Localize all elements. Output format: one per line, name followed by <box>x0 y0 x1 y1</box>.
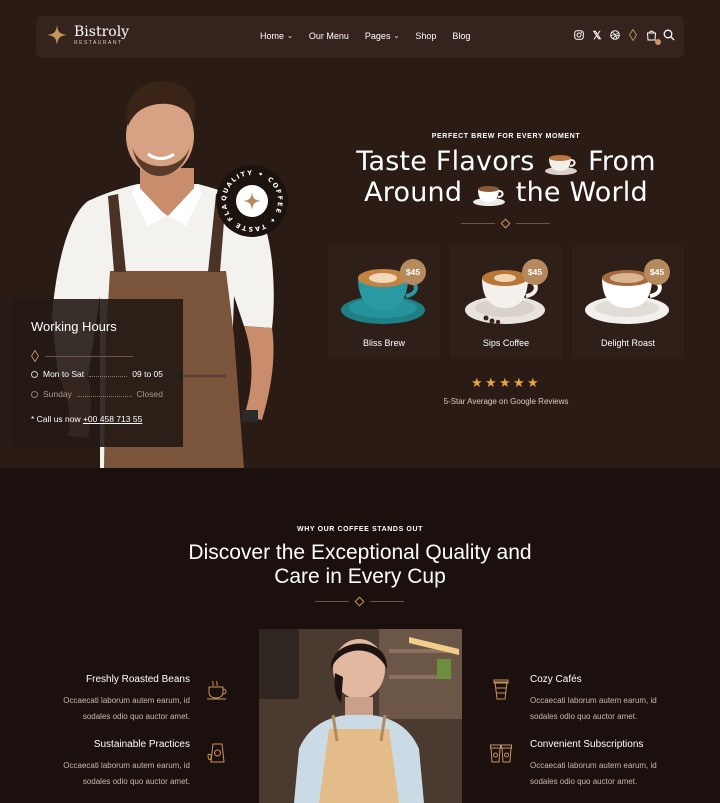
brand-logo[interactable]: Bistroly RESTAURANT <box>46 24 129 46</box>
coffee-cup-icon <box>545 154 578 175</box>
cart-count-badge <box>655 39 661 45</box>
sparkle-icon <box>46 24 68 46</box>
hero-title-part: Around <box>364 177 463 208</box>
barista-woman-photo <box>259 629 462 803</box>
menu-item-home[interactable]: Home ⌄ <box>260 31 293 41</box>
hero-title-part: the World <box>515 177 648 208</box>
call-line: * Call us now +00 458 713 55 <box>31 414 142 424</box>
feature-title: Cozy Cafés <box>530 674 582 685</box>
section-title-line: Discover the Exceptional Quality and <box>188 541 532 564</box>
feature-item: Sustainable Practices Occaecati laborum … <box>10 739 190 790</box>
hero-title-part: From <box>588 146 656 177</box>
diamond-icon <box>626 28 640 42</box>
working-hours-title: Working Hours <box>31 319 117 334</box>
star-icon: ★ <box>513 375 525 390</box>
cups-icon <box>490 744 512 763</box>
price-badge: $45 <box>644 259 670 285</box>
search-icon[interactable] <box>662 28 676 42</box>
feature-item: Convenient Subscriptions Occaecati labor… <box>530 739 710 790</box>
coffee-cup-icon <box>207 680 227 700</box>
chevron-down-icon: ⌄ <box>287 33 293 40</box>
star-icon: ★ <box>499 375 511 390</box>
menu-label: Pages <box>364 31 391 41</box>
menu-item-shop[interactable]: Shop <box>415 31 436 41</box>
feature-item: Cozy Cafés Occaecati laborum autem earum… <box>530 674 710 725</box>
quality-badge: QUALITY ✦ COFFEE ✦ TASTE FLAVORS ✦ <box>216 165 288 237</box>
product-card[interactable]: $45 Delight Roast <box>572 246 684 358</box>
menu-label: Home <box>260 31 285 41</box>
menu-label: Blog <box>452 31 471 41</box>
hours-row: Mon to Sat 09 to 05 <box>31 369 163 379</box>
menu-item-our-menu[interactable]: Our Menu <box>309 31 349 41</box>
product-name: Delight Roast <box>600 338 656 348</box>
call-prefix: * Call us now <box>31 414 83 424</box>
nav-icons: 𝕏 <box>568 28 676 45</box>
feature-title: Sustainable Practices <box>93 739 190 750</box>
x-icon[interactable]: 𝕏 <box>590 28 604 42</box>
hero-title-part: Taste Flavors <box>356 146 535 177</box>
main-menu: Home ⌄ Our Menu Pages ⌄ Shop Blog <box>260 31 486 41</box>
section-title-line: Care in Every Cup <box>274 565 446 588</box>
instagram-icon[interactable] <box>572 28 586 42</box>
coffee-cup-icon <box>472 185 505 206</box>
cart-icon[interactable] <box>644 28 661 45</box>
hours-day: Sunday <box>43 389 72 399</box>
clock-icon <box>31 390 38 398</box>
hours-day: Mon to Sat <box>43 369 85 379</box>
star-icon: ★ <box>471 375 483 390</box>
coffee-bag-icon <box>207 743 225 763</box>
feature-desc: Occaecati laborum autem earum, id sodales… <box>530 761 657 786</box>
divider-ornament <box>461 218 550 229</box>
feature-item: Freshly Roasted Beans Occaecati laborum … <box>10 674 190 725</box>
product-card[interactable]: $45 Bliss Brew <box>328 246 440 358</box>
brand-tagline: RESTAURANT <box>74 39 123 46</box>
hours-time: 09 to 05 <box>132 369 163 379</box>
feature-desc: Occaecati laborum autem earum, id sodales… <box>63 696 190 721</box>
hero-section: Bistroly RESTAURANT Home ⌄ Our Menu Pages… <box>0 0 720 468</box>
star-icon: ★ <box>527 375 539 390</box>
price-badge: $45 <box>522 259 548 285</box>
hero-eyebrow: PERFECT BREW FOR EVERY MOMENT <box>431 133 581 140</box>
diamond-icon <box>31 350 39 362</box>
feature-desc: Occaecati laborum autem earum, id sodales… <box>63 761 190 786</box>
product-name: Bliss Brew <box>362 338 405 348</box>
hero-title: Taste Flavors From Around the World <box>340 146 672 208</box>
brand-name: Bistroly <box>74 23 130 40</box>
product-name: Sips Coffee <box>482 338 530 348</box>
chevron-down-icon: ⌄ <box>393 33 400 40</box>
reviews-text: 5-Star Average on Google Reviews <box>443 397 569 406</box>
section-eyebrow: WHY OUR COFFEE STANDS OUT <box>297 526 423 533</box>
diamond-icon <box>354 596 365 607</box>
diamond-icon <box>500 218 511 229</box>
sparkle-icon <box>236 185 268 217</box>
feature-title: Convenient Subscriptions <box>530 739 644 750</box>
takeaway-cup-icon <box>493 679 509 700</box>
hours-row: Sunday Closed <box>31 389 163 399</box>
menu-label: Shop <box>415 31 437 41</box>
star-rating: ★ ★ ★ ★ ★ <box>471 375 541 390</box>
section-title: Discover the Exceptional Quality and Car… <box>100 541 620 589</box>
dribbble-icon[interactable] <box>608 28 622 42</box>
menu-label: Our Menu <box>308 31 349 41</box>
divider-ornament <box>315 596 404 607</box>
star-icon: ★ <box>485 375 497 390</box>
feature-title: Freshly Roasted Beans <box>86 674 190 685</box>
phone-link[interactable]: +00 458 713 55 <box>83 414 142 424</box>
menu-item-pages[interactable]: Pages ⌄ <box>365 31 399 41</box>
product-card[interactable]: $45 Sips Coffee <box>450 246 562 358</box>
working-hours-card: Working Hours Mon to Sat 09 to 05 Sunday… <box>11 299 183 447</box>
clock-icon <box>31 370 38 378</box>
price-badge: $45 <box>400 259 426 285</box>
top-navbar: Bistroly RESTAURANT Home ⌄ Our Menu Pages… <box>36 16 684 58</box>
hours-time: Closed <box>136 389 163 399</box>
divider <box>31 350 133 362</box>
feature-desc: Occaecati laborum autem earum, id sodales… <box>530 696 657 721</box>
menu-item-blog[interactable]: Blog <box>452 31 470 41</box>
